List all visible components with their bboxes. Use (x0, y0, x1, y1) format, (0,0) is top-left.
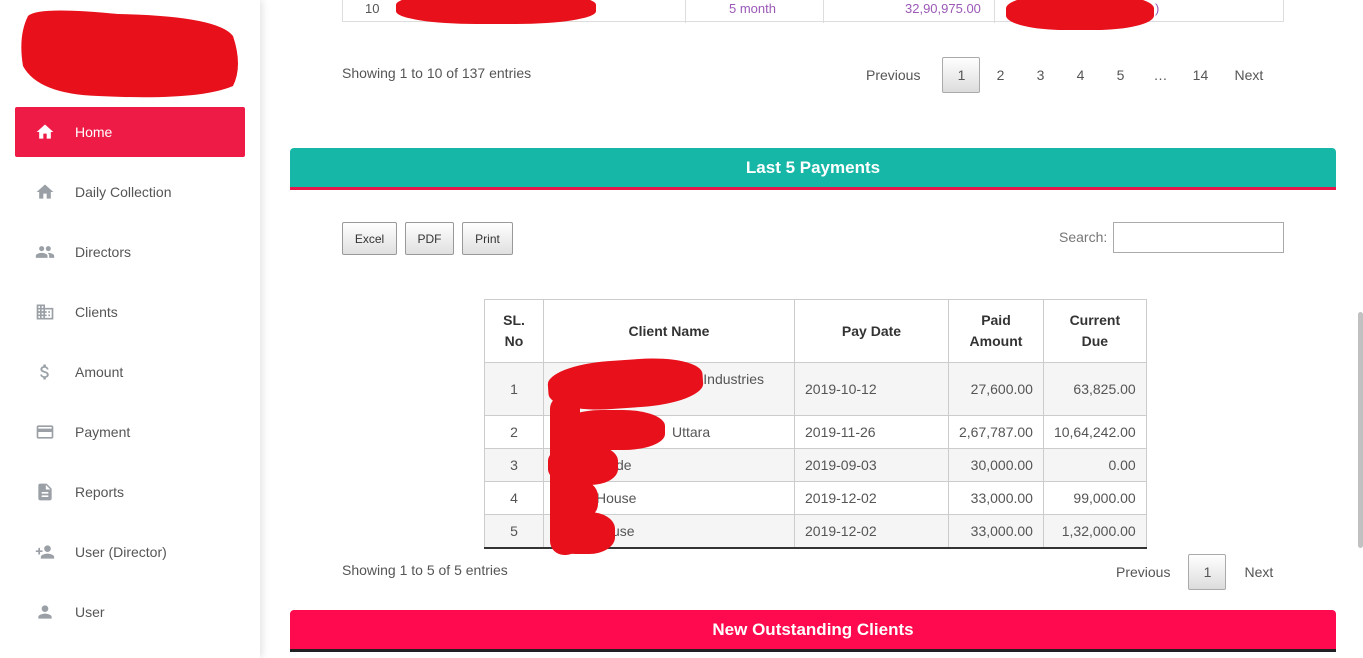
page-button-5[interactable]: 5 (1100, 67, 1140, 83)
sidebar-item-payment[interactable]: Payment (15, 407, 245, 457)
document-icon (15, 482, 75, 502)
sidebar-item-label: Daily Collection (75, 184, 172, 200)
column-header-client[interactable]: Client Name (543, 299, 795, 363)
cell-date: 2019-09-03 (794, 448, 949, 482)
pagination: Previous 1 Next (1110, 553, 1279, 591)
section-header-outstanding-clients: New Outstanding Clients (290, 610, 1336, 652)
column-header-due[interactable]: Current Due (1042, 299, 1147, 363)
pagination: Previous 1 2 3 4 5 … 14 Next (860, 56, 1269, 94)
column-header-date[interactable]: Pay Date (794, 299, 949, 363)
previous-button[interactable]: Previous (860, 67, 926, 83)
table-info: Showing 1 to 10 of 137 entries (342, 65, 532, 81)
sidebar-item-reports[interactable]: Reports (15, 467, 245, 517)
table-cell-duration: 5 month (729, 1, 776, 16)
dollar-icon (15, 362, 75, 382)
cell-paid: 2,67,787.00 (948, 415, 1044, 449)
sidebar-item-label: Amount (75, 364, 124, 380)
sidebar-item-user-director[interactable]: User (Director) (15, 527, 245, 577)
cell-date: 2019-12-02 (794, 481, 949, 515)
sidebar-item-label: Home (75, 124, 113, 140)
sidebar-item-clients[interactable]: Clients (15, 287, 245, 337)
cell-paid: 33,000.00 (948, 514, 1044, 549)
logo-redacted (18, 6, 240, 98)
next-button[interactable]: Next (1228, 67, 1269, 83)
sidebar-item-label: Payment (75, 424, 131, 440)
sidebar: Home Daily Collection Directors Clients … (0, 0, 260, 658)
sidebar-item-daily-collection[interactable]: Daily Collection (15, 167, 245, 217)
cell-date: 2019-10-12 (794, 362, 949, 416)
cell-sl: 3 (484, 448, 544, 482)
cell-due: 10,64,242.00 (1042, 415, 1147, 449)
credit-card-icon (15, 422, 75, 442)
column-header-sl[interactable]: SL. No (484, 299, 544, 363)
table-cell-sl: 10 (365, 1, 380, 16)
main-content: 10 5 month 32,90,975.00 ) Showing 1 to 1… (260, 0, 1363, 658)
page-ellipsis: … (1153, 67, 1168, 83)
cell-due: 99,000.00 (1042, 481, 1147, 515)
sidebar-item-home[interactable]: Home (15, 107, 245, 157)
page-button-4[interactable]: 4 (1060, 67, 1100, 83)
cell-sl: 1 (484, 362, 544, 416)
cell-date: 2019-12-02 (794, 514, 949, 549)
table-cell-suffix: ) (1155, 1, 1160, 16)
page-button-1[interactable]: 1 (1188, 554, 1227, 590)
pdf-button[interactable]: PDF (405, 222, 454, 255)
redaction (548, 445, 618, 485)
add-user-icon (15, 542, 75, 562)
cell-date: 2019-11-26 (794, 415, 949, 449)
cell-due: 63,825.00 (1042, 362, 1147, 416)
person-icon (15, 602, 75, 622)
sidebar-item-label: Directors (75, 244, 132, 260)
scrollbar[interactable] (1358, 312, 1363, 548)
search-label: Search: (1059, 229, 1108, 245)
redaction (1006, 0, 1154, 30)
page-button-1[interactable]: 1 (942, 57, 981, 93)
next-button[interactable]: Next (1238, 564, 1279, 580)
section-header-last-payments: Last 5 Payments (290, 148, 1336, 190)
home-icon (15, 122, 75, 142)
sidebar-item-label: Clients (75, 304, 118, 320)
redaction (550, 512, 615, 554)
cell-due: 1,32,000.00 (1042, 514, 1147, 549)
table-cell-amount: 32,90,975.00 (905, 1, 981, 16)
sidebar-item-directors[interactable]: Directors (15, 227, 245, 277)
page-button-2[interactable]: 2 (980, 67, 1020, 83)
redaction (560, 410, 665, 450)
search-input[interactable] (1113, 222, 1284, 253)
excel-button[interactable]: Excel (342, 222, 397, 255)
cell-paid: 30,000.00 (948, 448, 1044, 482)
page-button-14[interactable]: 14 (1180, 67, 1220, 83)
building-icon (15, 302, 75, 322)
sidebar-item-label: Reports (75, 484, 125, 500)
column-header-paid[interactable]: Paid Amount (948, 299, 1044, 363)
table-info: Showing 1 to 5 of 5 entries (342, 562, 508, 578)
home-icon (15, 182, 75, 202)
previous-button[interactable]: Previous (1110, 564, 1176, 580)
people-icon (15, 242, 75, 262)
cell-due: 0.00 (1042, 448, 1147, 482)
cell-sl: 5 (484, 514, 544, 549)
sidebar-item-label: User (Director) (75, 544, 167, 560)
redaction (396, 0, 596, 24)
cell-sl: 4 (484, 481, 544, 515)
sidebar-item-amount[interactable]: Amount (15, 347, 245, 397)
sidebar-item-user[interactable]: User (15, 587, 245, 637)
page-button-3[interactable]: 3 (1020, 67, 1060, 83)
cell-paid: 33,000.00 (948, 481, 1044, 515)
sidebar-item-label: User (75, 604, 105, 620)
cell-sl: 2 (484, 415, 544, 449)
cell-paid: 27,600.00 (948, 362, 1044, 416)
print-button[interactable]: Print (462, 222, 513, 255)
